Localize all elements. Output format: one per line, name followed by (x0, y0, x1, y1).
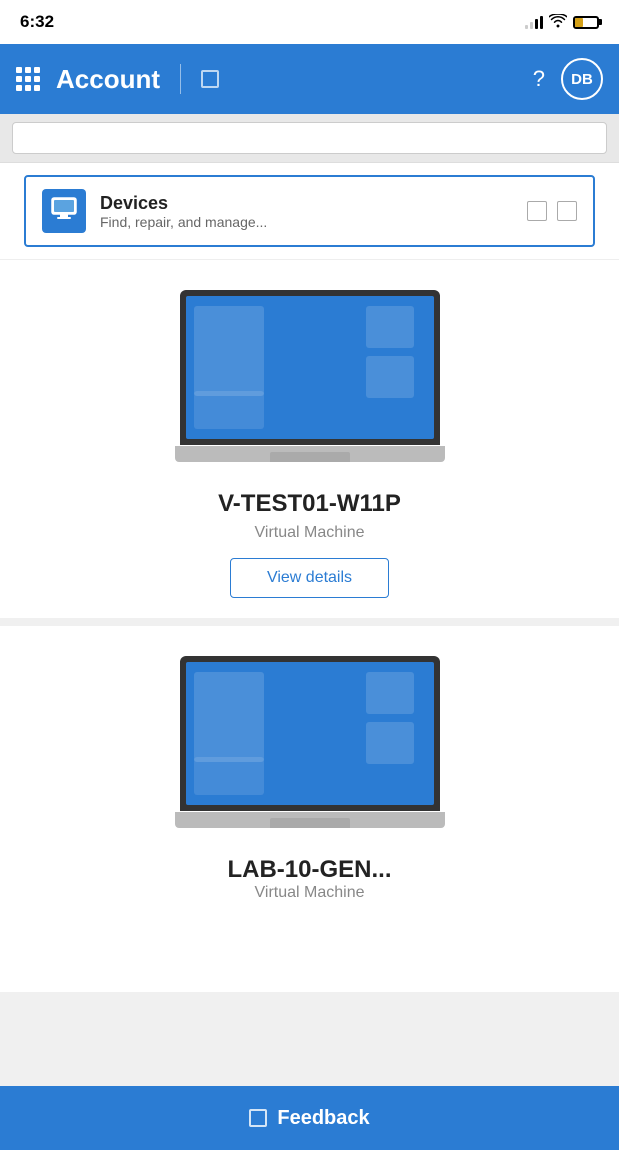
help-icon[interactable]: ? (533, 66, 545, 92)
page-title: Account (56, 64, 160, 95)
devices-icon-wrap (42, 189, 86, 233)
search-area (0, 114, 619, 163)
device-2-type: Virtual Machine (255, 884, 365, 902)
signal-icon (525, 15, 543, 29)
device-1-name: V-TEST01-W11P (218, 490, 401, 518)
devices-list-item[interactable]: Devices Find, repair, and manage... (24, 175, 595, 247)
checkbox-1[interactable] (527, 201, 547, 221)
header-divider (180, 64, 181, 94)
device-1-type: Virtual Machine (255, 524, 365, 542)
status-bar: 6:32 (0, 0, 619, 44)
status-time: 6:32 (20, 12, 54, 32)
wifi-icon (549, 14, 567, 31)
devices-checkboxes (527, 201, 577, 221)
devices-title: Devices (100, 193, 527, 214)
devices-subtitle: Find, repair, and manage... (100, 214, 527, 230)
view-details-button-1[interactable]: View details (230, 558, 389, 598)
grid-menu-icon[interactable] (16, 67, 40, 91)
checkbox-2[interactable] (557, 201, 577, 221)
status-icons (525, 14, 599, 31)
feedback-label: Feedback (277, 1107, 369, 1130)
battery-icon (573, 16, 599, 29)
avatar[interactable]: DB (561, 58, 603, 100)
device-card-1: V-TEST01-W11P Virtual Machine View detai… (0, 259, 619, 618)
monitor-icon (51, 197, 77, 226)
devices-text: Devices Find, repair, and manage... (100, 193, 527, 230)
device-2-name: LAB-10-GEN... (20, 856, 599, 884)
feedback-bar[interactable]: Feedback (0, 1086, 619, 1150)
header-square-icon[interactable] (201, 70, 219, 88)
feedback-checkbox (249, 1109, 267, 1127)
main-content: Devices Find, repair, and manage... (0, 163, 619, 992)
search-input[interactable] (12, 122, 607, 154)
header: Account ? DB (0, 44, 619, 114)
laptop-illustration-2 (175, 656, 445, 836)
laptop-illustration-1 (175, 290, 445, 470)
device-card-2: LAB-10-GEN... Virtual Machine (0, 618, 619, 912)
